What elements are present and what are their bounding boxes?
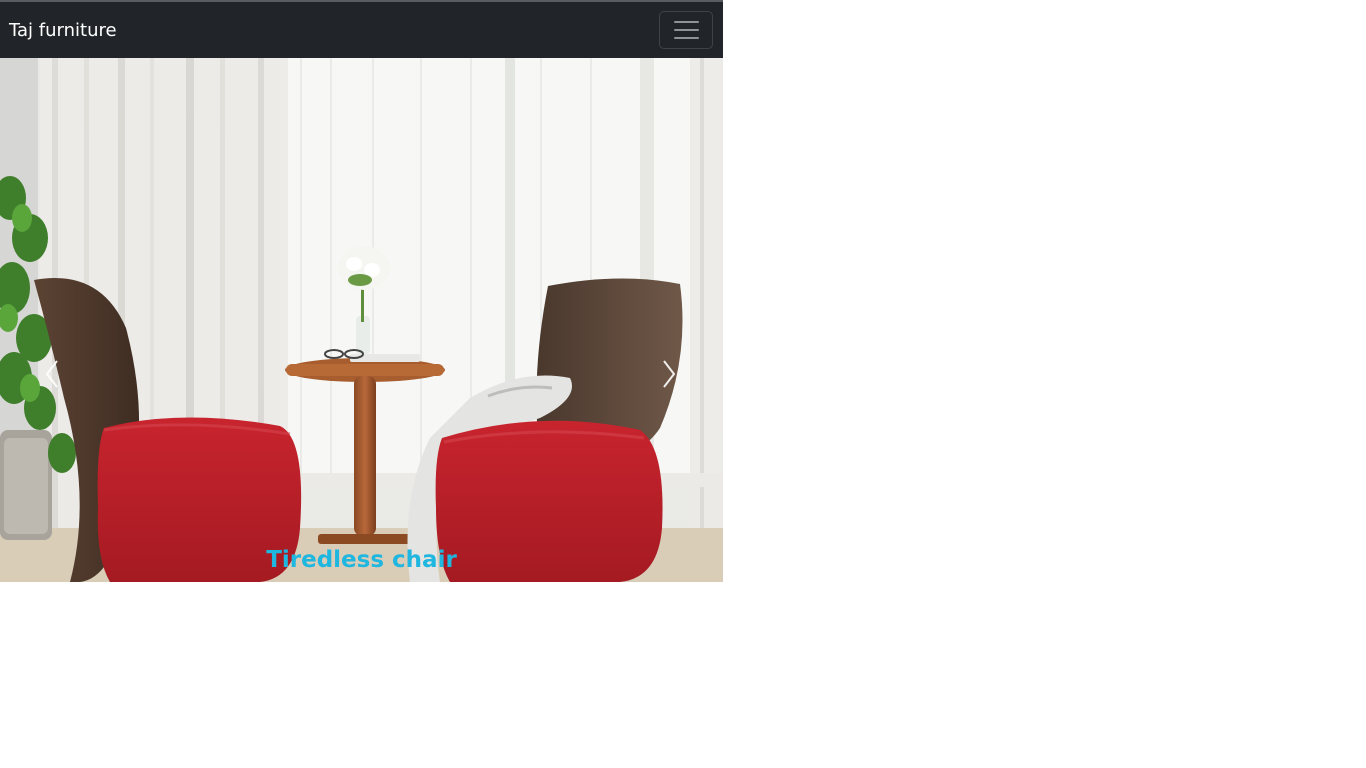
hamburger-icon-line <box>673 29 699 31</box>
hamburger-icon-line <box>673 37 699 39</box>
slide-caption: Tiredless chair <box>266 547 457 573</box>
chevron-right-icon <box>663 360 676 388</box>
navbar-toggler-button[interactable] <box>659 11 713 49</box>
page-wrapper: Taj furniture Tiredless chair <box>0 0 723 582</box>
navbar: Taj furniture <box>0 0 723 58</box>
carousel: Tiredless chair <box>0 58 723 582</box>
carousel-next-button[interactable] <box>657 358 681 390</box>
slide-image <box>0 58 723 582</box>
brand-link[interactable]: Taj furniture <box>9 20 117 41</box>
carousel-prev-button[interactable] <box>40 358 64 390</box>
chevron-left-icon <box>45 360 58 388</box>
hamburger-icon <box>673 21 699 23</box>
